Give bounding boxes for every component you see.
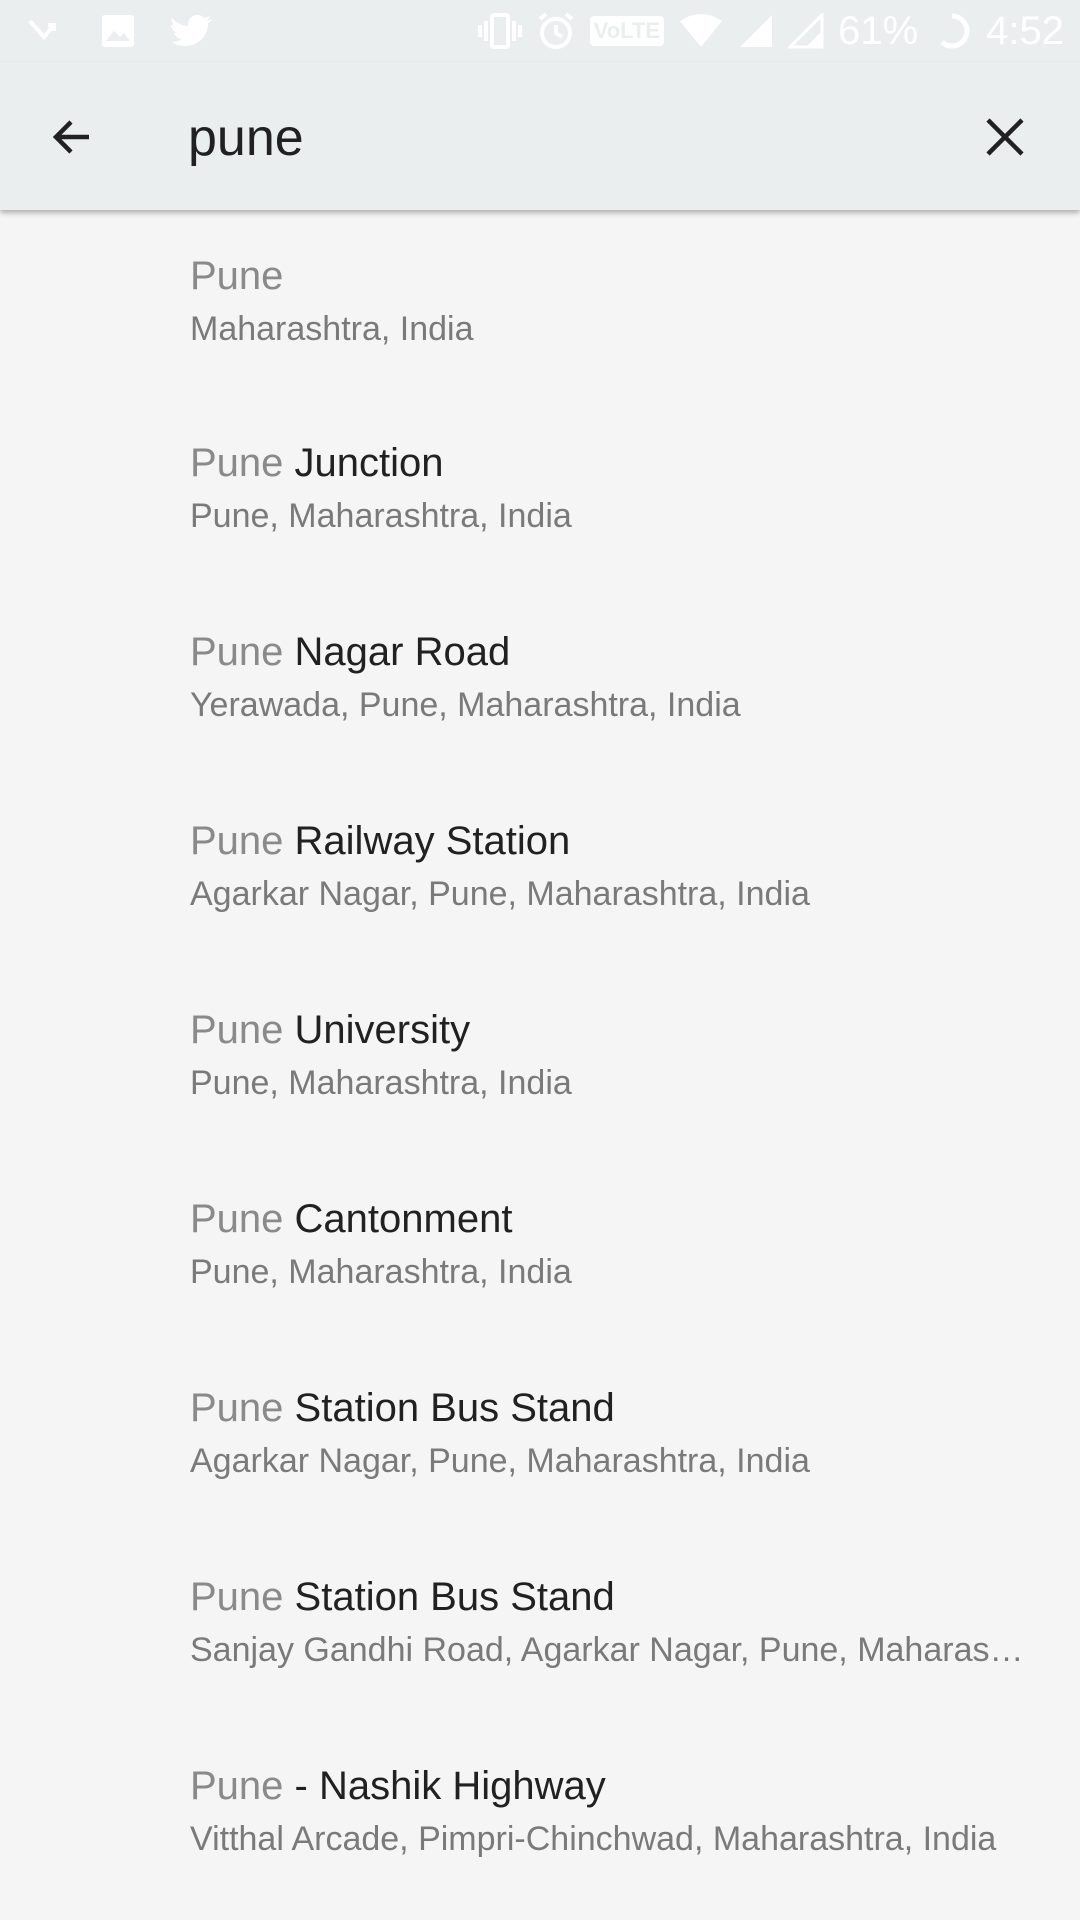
result-subtitle: Agarkar Nagar, Pune, Maharashtra, India	[190, 875, 810, 913]
result-title: Pune Nagar Road	[190, 626, 1032, 678]
result-title-rest: - Nashik Highway	[283, 1764, 606, 1808]
result-title-rest: Station Bus Stand	[283, 1386, 615, 1430]
back-button[interactable]	[36, 102, 110, 176]
result-title: Pune Station Bus Stand	[190, 1382, 1032, 1434]
result-title-match: Pune	[190, 441, 284, 485]
clock-time: 4:52	[986, 8, 1064, 53]
result-title-rest: Station Bus Stand	[283, 1575, 615, 1619]
status-bar-left	[26, 10, 212, 52]
search-bar	[0, 62, 1080, 210]
clear-search-button[interactable]	[968, 102, 1042, 176]
result-subtitle: Yerawada, Pune, Maharashtra, India	[190, 686, 741, 724]
result-subtitle: Agarkar Nagar, Pune, Maharashtra, India	[190, 1442, 810, 1480]
result-title-match: Pune	[190, 1008, 284, 1052]
search-input[interactable]	[188, 98, 948, 178]
result-subtitle: Maharashtra, India	[190, 310, 474, 348]
list-item[interactable]: Pune Railway Station Agarkar Nagar, Pune…	[0, 767, 1080, 956]
battery-icon	[932, 11, 972, 51]
result-title-match: Pune	[190, 1197, 284, 1241]
list-item[interactable]: Pune Station Bus Stand Agarkar Nagar, Pu…	[0, 1334, 1080, 1523]
result-subtitle: Sanjay Gandhi Road, Agarkar Nagar, Pune,…	[190, 1631, 1032, 1669]
result-title: Pune Junction	[190, 437, 1032, 489]
status-bar-right: VoLTE 61% 4:52	[477, 8, 1064, 54]
result-title-match: Pune	[190, 1575, 284, 1619]
twitter-icon	[170, 13, 212, 49]
result-title-match: Pune	[190, 254, 284, 298]
list-item[interactable]: Pune University Pune, Maharashtra, India	[0, 956, 1080, 1145]
result-title: Pune University	[190, 1004, 1032, 1056]
missed-call-icon	[26, 13, 66, 49]
list-item[interactable]: Pune Nagar Road Yerawada, Pune, Maharash…	[0, 578, 1080, 767]
signal-icon-2	[788, 13, 824, 49]
signal-icon	[738, 13, 774, 49]
result-subtitle: Pune, Maharashtra, India	[190, 1064, 572, 1102]
vibrate-icon	[477, 11, 522, 51]
search-results-list: Pune Maharashtra, India Pune Junction Pu…	[0, 210, 1080, 1920]
result-title-rest: University	[283, 1008, 471, 1052]
result-title: Pune	[190, 250, 1032, 302]
battery-percent: 61%	[838, 8, 919, 53]
result-title-match: Pune	[190, 1764, 284, 1808]
alarm-icon	[536, 11, 576, 51]
result-title-match: Pune	[190, 1386, 284, 1430]
result-title-rest: Nagar Road	[283, 630, 511, 674]
result-title-match: Pune	[190, 630, 284, 674]
volte-icon: VoLTE	[589, 16, 665, 46]
list-item[interactable]: Pune Cantonment Pune, Maharashtra, India	[0, 1145, 1080, 1334]
list-item[interactable]: Pune - Nashik Highway Vitthal Arcade, Pi…	[0, 1712, 1080, 1901]
status-bar: VoLTE 61% 4:52	[0, 0, 1080, 62]
result-title-rest: Junction	[283, 441, 444, 485]
result-title-rest: Cantonment	[283, 1197, 513, 1241]
result-subtitle: Pune, Maharashtra, India	[190, 1253, 572, 1291]
close-icon	[984, 116, 1026, 163]
result-subtitle: Pune, Maharashtra, India	[190, 497, 572, 535]
list-item[interactable]: Pune Junction Pune, Maharashtra, India	[0, 389, 1080, 578]
result-title-match: Pune	[190, 819, 284, 863]
result-title: Pune Cantonment	[190, 1193, 1032, 1245]
wifi-icon	[678, 13, 724, 49]
result-subtitle: Vitthal Arcade, Pimpri-Chinchwad, Mahara…	[190, 1820, 997, 1858]
result-title-rest: Railway Station	[283, 819, 571, 863]
result-title: Pune - Nashik Highway	[190, 1760, 1032, 1812]
image-icon	[100, 13, 136, 49]
list-item[interactable]: Pune Maharashtra, India	[0, 210, 1080, 389]
arrow-left-icon	[49, 113, 97, 166]
list-item[interactable]: Pune Station Bus Stand Sanjay Gandhi Roa…	[0, 1523, 1080, 1712]
result-title: Pune Station Bus Stand	[190, 1571, 1032, 1623]
result-title: Pune Railway Station	[190, 815, 1032, 867]
